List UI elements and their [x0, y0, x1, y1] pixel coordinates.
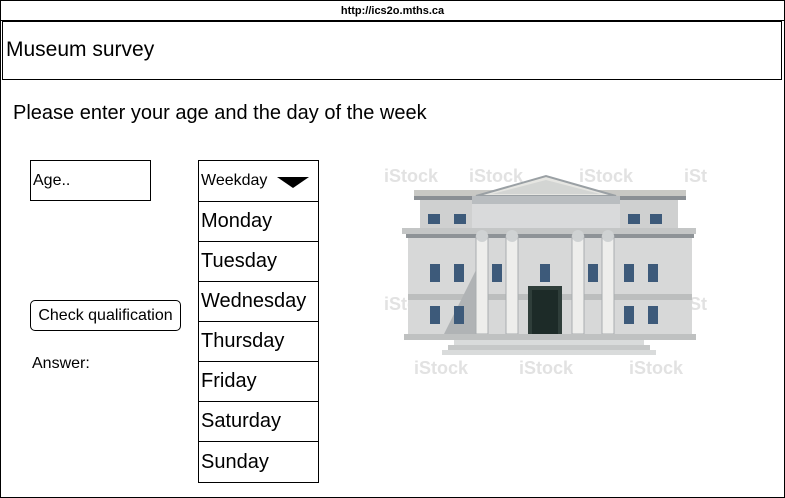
check-qualification-button[interactable]: Check qualification [30, 300, 181, 331]
dropdown-arrow-icon[interactable] [277, 177, 309, 188]
url-bar: http://ics2o.mths.ca [0, 0, 785, 21]
svg-text:iStock: iStock [629, 358, 684, 378]
svg-text:iStock: iStock [414, 358, 469, 378]
weekday-option-sunday[interactable]: Sunday [199, 442, 318, 482]
museum-building-icon: iStock iStock iStock iSt iStock iStock i… [384, 166, 707, 378]
weekday-option-tuesday[interactable]: Tuesday [199, 242, 318, 282]
instructions-text: Please enter your age and the day of the… [13, 102, 427, 124]
weekday-select-label: Weekday [201, 172, 268, 189]
weekday-option-friday[interactable]: Friday [199, 362, 318, 402]
svg-text:iStock: iStock [469, 166, 524, 186]
page-title: Museum survey [2, 21, 782, 80]
weekday-option-thursday[interactable]: Thursday [199, 322, 318, 362]
weekday-option-monday[interactable]: Monday [199, 202, 318, 242]
weekday-option-saturday[interactable]: Saturday [199, 402, 318, 442]
weekday-option-wednesday[interactable]: Wednesday [199, 282, 318, 322]
answer-label: Answer: [32, 355, 90, 372]
age-input[interactable] [30, 160, 151, 201]
svg-text:iStock: iStock [519, 358, 574, 378]
svg-text:iStock: iStock [384, 166, 439, 186]
weekday-select-header[interactable]: Weekday [199, 161, 318, 202]
weekday-select[interactable]: Weekday Monday Tuesday Wednesday Thursda… [198, 160, 319, 483]
svg-text:iStock: iStock [579, 166, 634, 186]
svg-text:iSt: iSt [684, 166, 707, 186]
